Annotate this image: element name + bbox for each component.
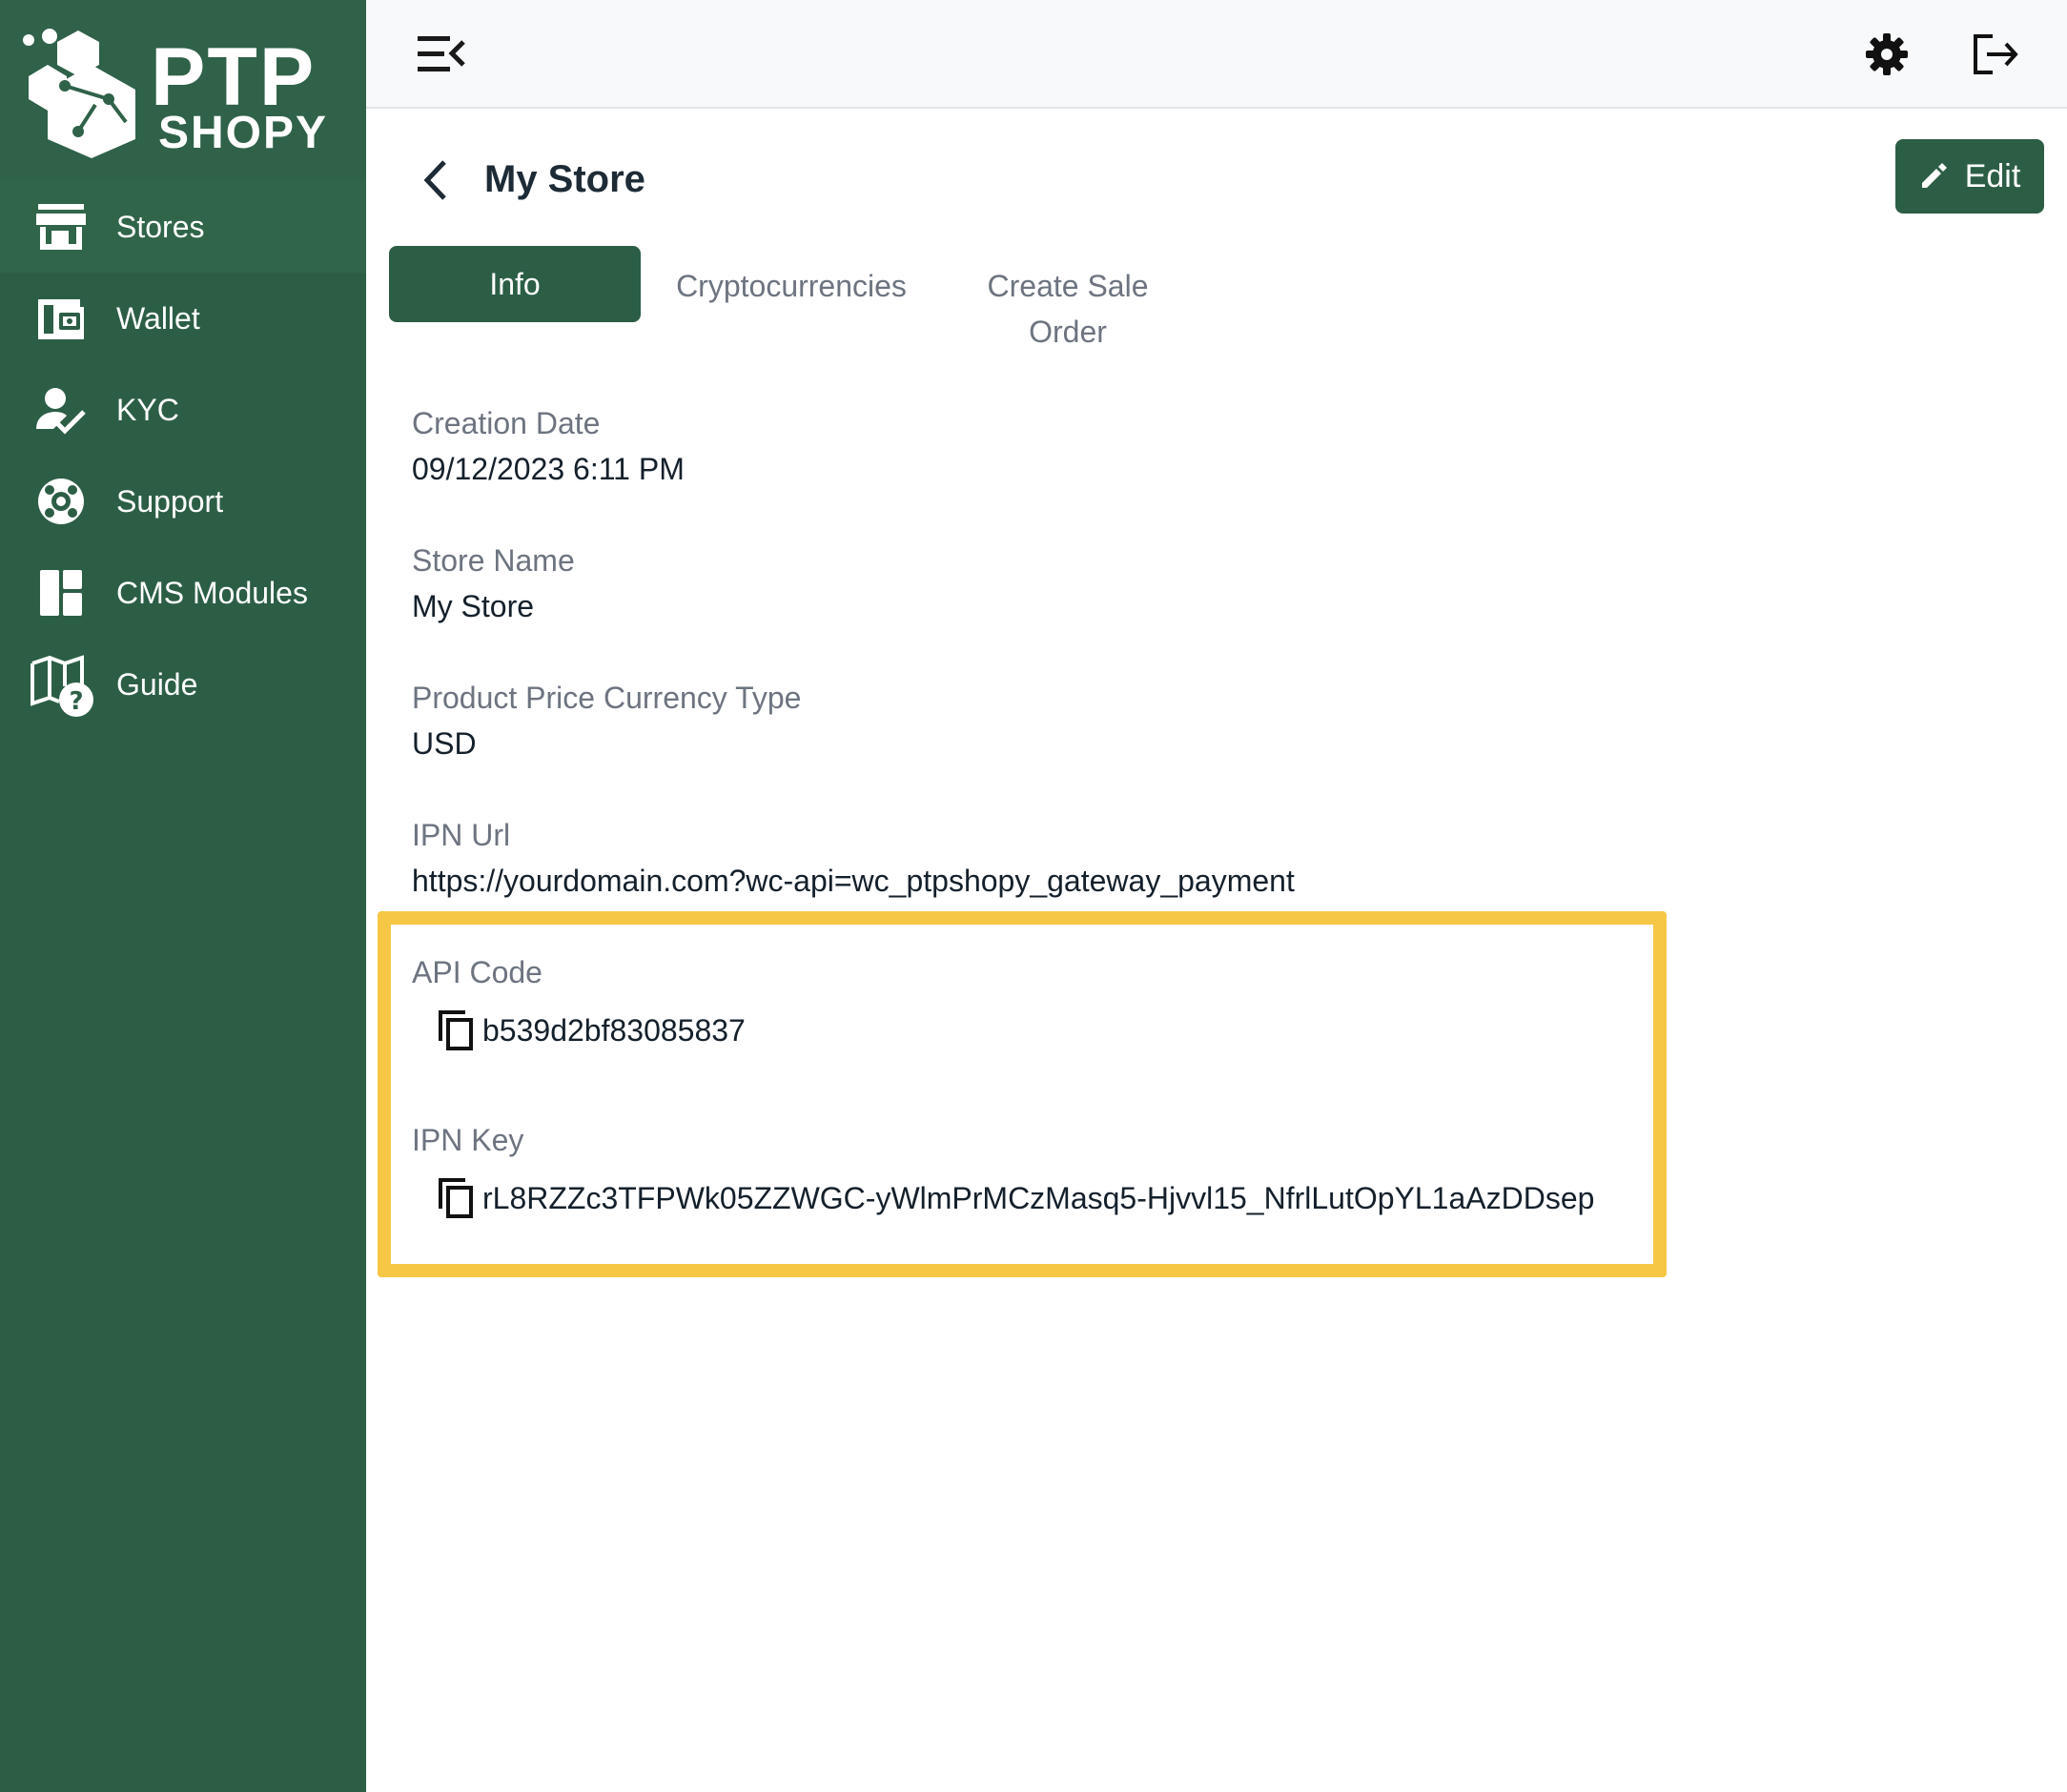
sidebar-item-label: Wallet <box>116 301 200 336</box>
pencil-icon <box>1921 163 1947 188</box>
tab-cryptocurrencies[interactable]: Cryptocurrencies <box>667 263 915 309</box>
sidebar-item-label: KYC <box>116 393 179 427</box>
sidebar-item-wallet[interactable]: Wallet <box>0 273 366 364</box>
ipn-key-copy[interactable]: rL8RZZc3TFPWk05ZZWGC-yWlmPrMCzMasq5-Hjvv… <box>437 1176 1594 1220</box>
sidebar-item-label: CMS Modules <box>116 576 308 610</box>
user-check-icon <box>36 388 86 435</box>
lifebuoy-icon <box>38 479 84 524</box>
sidebar-item-stores[interactable]: Stores <box>0 181 366 273</box>
tab-create-sale-order[interactable]: Create Sale Order <box>963 263 1173 355</box>
ipn-url-value: https://yourdomain.com?wc-api=wc_ptpshop… <box>412 864 1295 898</box>
logo-hexagon-icon <box>23 29 135 158</box>
currency-type-label: Product Price Currency Type <box>412 681 802 715</box>
tab-info[interactable]: Info <box>389 246 641 322</box>
top-bar <box>366 0 2067 109</box>
book-question-icon: ? <box>31 655 93 717</box>
api-code-label: API Code <box>412 955 542 989</box>
api-code-value: b539d2bf83085837 <box>482 1013 746 1048</box>
back-chevron-icon[interactable] <box>416 156 458 204</box>
sidebar: PTP SHOPY Stores Wallet KYC Support CMS … <box>0 0 366 1792</box>
sidebar-item-label: Support <box>116 484 224 519</box>
ipn-key-label: IPN Key <box>412 1123 524 1157</box>
copy-icon[interactable] <box>437 1176 481 1220</box>
currency-type-value: USD <box>412 726 477 761</box>
copy-icon[interactable] <box>437 1008 481 1052</box>
creation-date-label: Creation Date <box>412 406 601 440</box>
ipn-url-label: IPN Url <box>412 818 511 852</box>
creation-date-value: 09/12/2023 6:11 PM <box>412 452 685 486</box>
edit-button-label: Edit <box>1964 157 2021 194</box>
brand-name-ptp: PTP <box>151 31 317 123</box>
store-name-label: Store Name <box>412 543 575 578</box>
ipn-key-value: rL8RZZc3TFPWk05ZZWGC-yWlmPrMCzMasq5-Hjvv… <box>482 1181 1595 1215</box>
edit-button[interactable]: Edit <box>1895 139 2044 214</box>
menu-collapse-icon[interactable] <box>416 32 465 76</box>
sidebar-item-kyc[interactable]: KYC <box>0 364 366 456</box>
sidebar-item-label: Guide <box>116 667 198 702</box>
sidebar-item-guide[interactable]: ? Guide <box>0 639 366 730</box>
sidebar-item-label: Stores <box>116 210 205 244</box>
dashboard-icon <box>40 570 82 616</box>
highlight-box <box>378 911 1667 1277</box>
gear-icon[interactable] <box>1865 32 1909 76</box>
wallet-icon <box>38 299 84 339</box>
sidebar-nav: Stores Wallet KYC Support CMS Modules ? … <box>0 181 366 730</box>
store-icon <box>36 204 86 250</box>
brand-logo[interactable]: PTP SHOPY <box>0 0 366 181</box>
sidebar-item-support[interactable]: Support <box>0 456 366 547</box>
page-title: My Store <box>484 158 645 200</box>
store-name-value: My Store <box>412 589 535 623</box>
brand-name-shopy: SHOPY <box>158 108 329 158</box>
api-code-copy[interactable]: b539d2bf83085837 <box>437 1008 746 1052</box>
svg-text:?: ? <box>69 687 83 716</box>
sidebar-item-cms-modules[interactable]: CMS Modules <box>0 547 366 639</box>
logout-icon[interactable] <box>1972 32 2019 76</box>
